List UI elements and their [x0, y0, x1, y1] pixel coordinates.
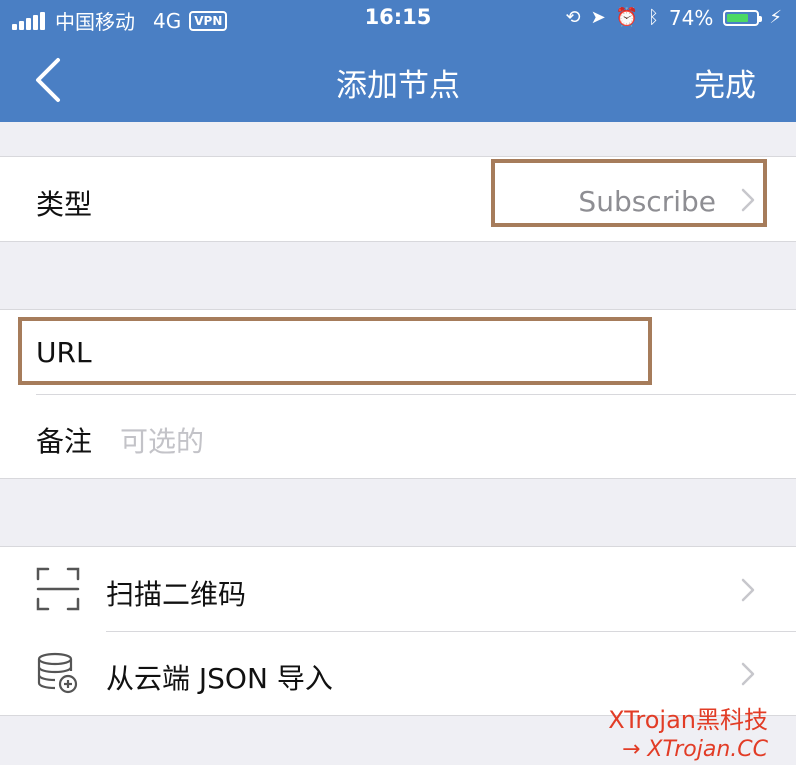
note-input[interactable]: 可选的	[120, 420, 204, 460]
note-row[interactable]: 备注 可选的	[0, 394, 796, 478]
database-add-icon	[37, 652, 78, 694]
watermark: XTrojan黑科技 → XTrojan.CC	[608, 700, 768, 762]
watermark-line1: XTrojan黑科技	[608, 706, 768, 734]
alarm-icon: ⏰	[615, 7, 639, 28]
scan-qr-label: 扫描二维码	[106, 578, 247, 611]
bluetooth-icon: ᛒ	[648, 7, 659, 28]
chevron-right-icon	[741, 662, 755, 686]
type-label: 类型	[36, 188, 93, 221]
location-icon: ➤	[590, 7, 606, 28]
chevron-right-icon	[741, 578, 755, 602]
url-highlight-box	[18, 317, 652, 385]
charging-icon: ⚡	[769, 7, 782, 28]
actions-group: 扫描二维码 从云端 JSON 导入	[0, 546, 796, 716]
done-button[interactable]: 完成	[694, 60, 756, 105]
import-json-label: 从云端 JSON 导入	[106, 662, 333, 695]
page-title: 添加节点	[336, 68, 460, 104]
scan-frame-icon	[36, 567, 80, 611]
type-highlight-box	[491, 159, 767, 227]
note-label: 备注	[36, 425, 93, 458]
battery-percent: 74%	[668, 6, 714, 30]
watermark-line2: → XTrojan.CC	[622, 737, 768, 762]
status-bar: 中国移动 4G VPN 16:15 ⟲ ➤ ⏰ ᛒ 74% ⚡	[0, 0, 796, 38]
navigation-bar: 添加节点 完成	[0, 38, 796, 122]
battery-icon	[723, 10, 763, 26]
scan-qr-row[interactable]: 扫描二维码	[0, 547, 796, 631]
status-right: ⟲ ➤ ⏰ ᛒ 74% ⚡	[565, 6, 782, 30]
orientation-lock-icon: ⟲	[565, 7, 581, 28]
